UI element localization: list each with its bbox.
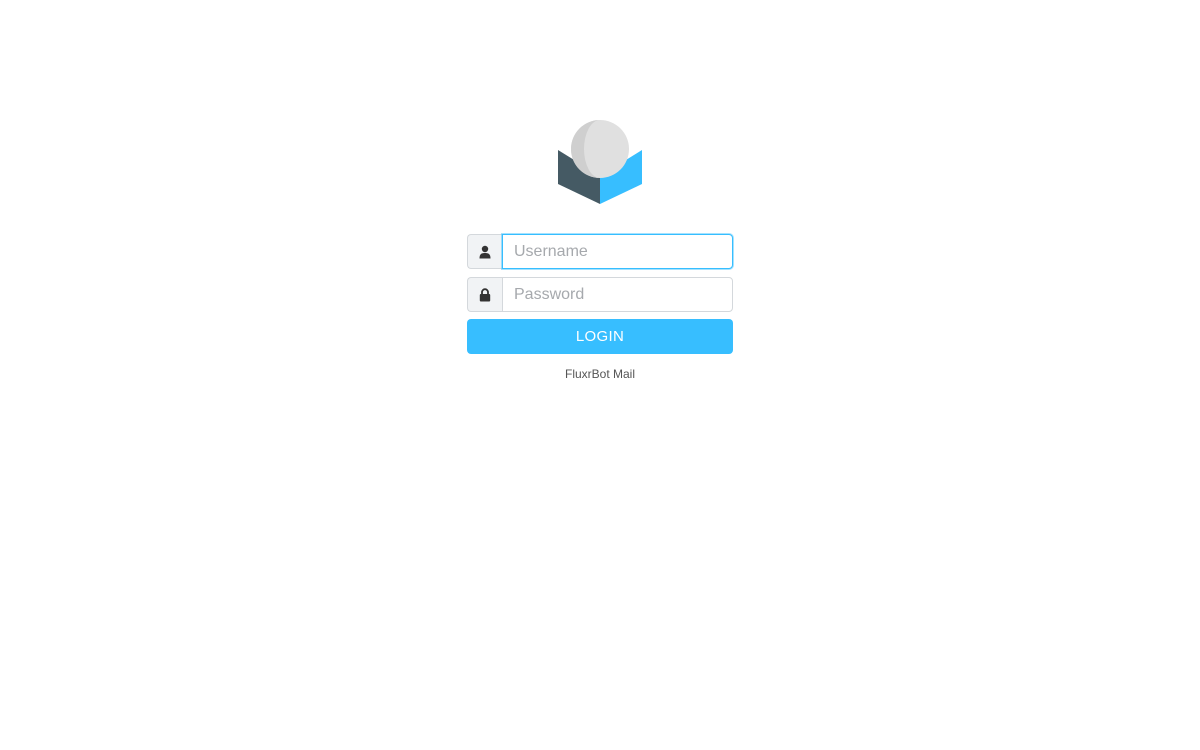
login-form: LOGIN FluxrBot Mail bbox=[467, 234, 733, 381]
username-input[interactable] bbox=[502, 234, 733, 269]
username-group bbox=[467, 234, 733, 269]
login-button[interactable]: LOGIN bbox=[467, 319, 733, 354]
password-group bbox=[467, 277, 733, 312]
lock-icon bbox=[467, 277, 502, 312]
password-input[interactable] bbox=[502, 277, 733, 312]
product-name: FluxrBot Mail bbox=[564, 367, 635, 381]
app-logo-icon bbox=[558, 120, 642, 204]
user-icon bbox=[467, 234, 502, 269]
